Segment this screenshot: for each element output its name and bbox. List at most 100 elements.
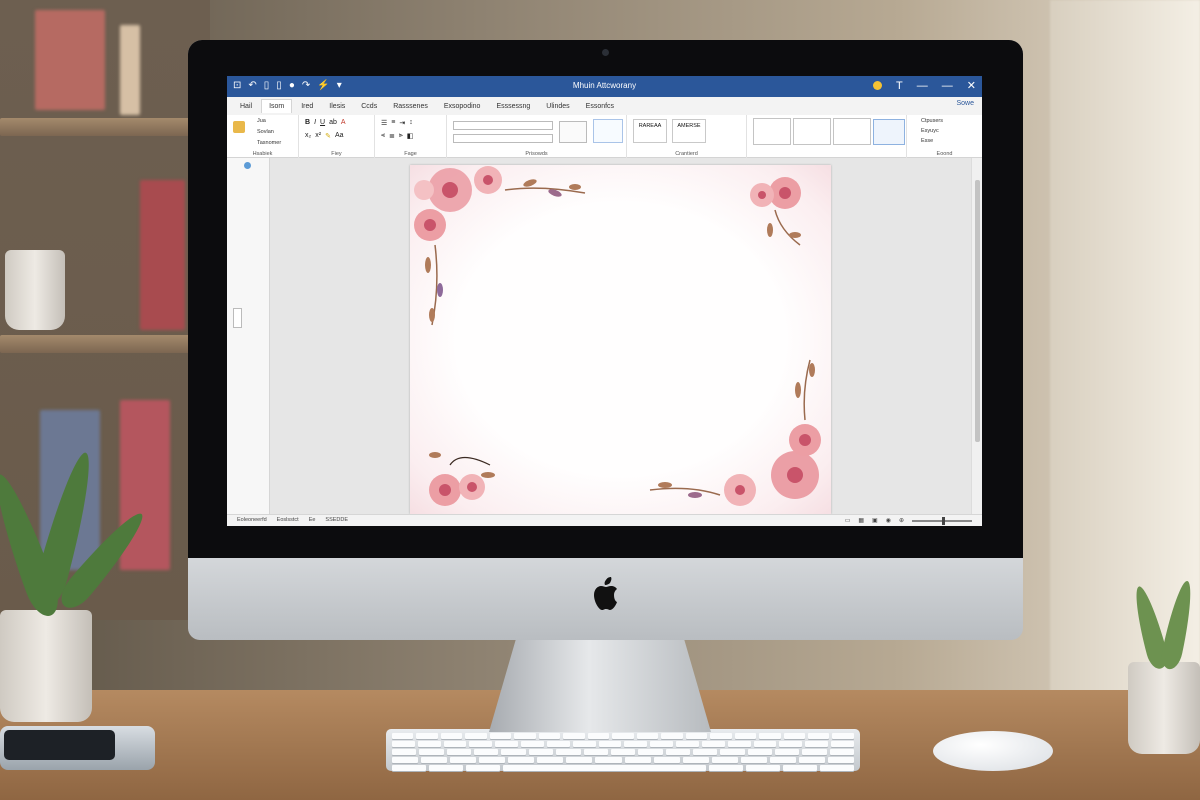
share-button[interactable]: Sowe: [956, 100, 974, 107]
imac-chin: [188, 558, 1023, 640]
imac-bezel: ⊡ ↶ ▯ ▯ ● ↷ ⚡ ▾ Mhuin Attcworany T — — ✕…: [188, 40, 1023, 558]
keyboard: [386, 729, 860, 771]
mouse: [933, 731, 1053, 771]
design-thumbnail[interactable]: [833, 118, 871, 145]
flower-cluster-bottom-right: [649, 359, 821, 506]
group-label: Crantierd: [675, 151, 698, 157]
document-canvas: [270, 158, 971, 514]
tab-references[interactable]: Exsopodino: [437, 100, 488, 113]
font-toolbar-row: B I Uab A: [305, 119, 346, 126]
style-gallery-item[interactable]: AMERSE: [672, 119, 706, 143]
flower-cluster-top-right: [750, 177, 801, 246]
ribbon: Jua Sovlan Tasnomer Hsabiek B I Uab A x₂ x² ✎…: [227, 115, 982, 158]
floral-border: [414, 166, 821, 506]
paragraph-toolbar-row: ☰ ≡ ⇥ ↕: [381, 119, 413, 127]
align-left-icon[interactable]: ⫷: [381, 132, 385, 140]
design-thumbnails-group: [747, 115, 907, 158]
superscript-icon[interactable]: x²: [315, 132, 321, 140]
document-page[interactable]: [410, 165, 831, 514]
underline-icon[interactable]: U: [320, 119, 325, 126]
status-bar: Eoleoneerfd Eoslsstct Ee SSEDDE ▭ ▦ ▣ ◉ …: [227, 514, 982, 526]
tab-view[interactable]: Essonfcs: [579, 100, 621, 113]
layout-icon[interactable]: ▭: [845, 517, 851, 524]
styles-group: Prisowds: [447, 115, 627, 158]
book: [140, 180, 185, 330]
print-icon[interactable]: ▣: [872, 517, 878, 524]
tab-review[interactable]: Ulindes: [539, 100, 576, 113]
document-title: Mhuin Attcworany: [572, 81, 637, 90]
replace-button[interactable]: Esyuyc: [921, 128, 939, 134]
webcam: [602, 49, 609, 56]
language-indicator[interactable]: SSEDDE: [325, 517, 348, 523]
book: [35, 10, 105, 110]
word-window: ⊡ ↶ ▯ ▯ ● ↷ ⚡ ▾ Mhuin Attcworany T — — ✕…: [227, 76, 982, 526]
font-size-box[interactable]: [453, 134, 553, 143]
help-icon[interactable]: [873, 81, 883, 90]
proofing-icon[interactable]: Ee: [309, 517, 316, 523]
paste-icon[interactable]: [233, 121, 245, 133]
vertical-ruler-marker[interactable]: [233, 308, 242, 328]
word-count[interactable]: Eoslsstct: [277, 517, 299, 523]
minimize-icon[interactable]: —: [942, 80, 953, 92]
font-color-icon[interactable]: A: [341, 119, 346, 126]
imac-stand: [489, 640, 711, 732]
page-layout-thumbnail[interactable]: [873, 119, 905, 145]
web-icon[interactable]: ◉: [886, 517, 891, 524]
tab-draw[interactable]: Ilesis: [322, 100, 352, 113]
font-name-box[interactable]: [453, 121, 553, 130]
style-wave-preview[interactable]: [593, 119, 623, 143]
phone-screen: [4, 730, 115, 760]
select-button[interactable]: Esse: [921, 138, 933, 144]
format-painter-button[interactable]: Tasnomer: [257, 140, 281, 146]
ribbon-display-icon[interactable]: —: [917, 80, 928, 92]
window-controls: T — — ✕: [873, 79, 976, 92]
title-bar: ⊡ ↶ ▯ ▯ ● ↷ ⚡ ▾ Mhuin Attcworany T — — ✕: [227, 76, 982, 97]
smartphone: [0, 726, 155, 770]
book: [120, 25, 140, 115]
zoom-slider[interactable]: [912, 516, 972, 525]
tab-mailings[interactable]: Esssessng: [489, 100, 537, 113]
case-icon[interactable]: Aa: [335, 132, 344, 140]
font-group: B I Uab A x₂ x² ✎ Aa Fiey: [299, 115, 375, 158]
zoom-icon[interactable]: ⊕: [899, 517, 904, 524]
tab-insert[interactable]: Ired: [294, 100, 320, 113]
highlight-icon[interactable]: ✎: [325, 132, 331, 140]
group-label: Eoond: [936, 151, 953, 157]
plant-pot-right: [1128, 662, 1200, 754]
design-thumbnail[interactable]: [753, 118, 791, 145]
subscript-icon[interactable]: x₂: [305, 132, 311, 140]
page-count[interactable]: Eoleoneerfd: [237, 517, 267, 523]
shading-icon[interactable]: ◧: [407, 132, 414, 140]
style-gallery-item[interactable]: RAREAA: [633, 119, 667, 143]
close-icon[interactable]: ✕: [967, 79, 976, 92]
ribbon-tabs: Hail Isom Ired Ilesis Ccds Rasssenes Exs…: [227, 97, 982, 115]
bold-icon[interactable]: B: [305, 119, 310, 126]
indent-icon[interactable]: ⇥: [399, 119, 405, 127]
sort-icon[interactable]: ↕: [409, 119, 413, 127]
tab-file[interactable]: Hail: [233, 100, 259, 113]
numbering-icon[interactable]: ≡: [391, 119, 395, 127]
pin-icon[interactable]: [244, 162, 251, 169]
imac: ⊡ ↶ ▯ ▯ ● ↷ ⚡ ▾ Mhuin Attcworany T — — ✕…: [188, 40, 1023, 640]
copy-button[interactable]: Sovlan: [257, 129, 274, 135]
align-center-icon[interactable]: ≣: [389, 132, 395, 140]
design-thumbnail[interactable]: [793, 118, 831, 145]
italic-icon[interactable]: I: [314, 119, 316, 126]
scrollbar-thumb[interactable]: [975, 180, 980, 442]
plant-pot-left: [0, 610, 92, 722]
tab-layout[interactable]: Rasssenes: [386, 100, 435, 113]
group-label: Hsabiek: [252, 151, 273, 157]
cut-button[interactable]: Jua: [257, 118, 266, 124]
vertical-scrollbar[interactable]: [971, 158, 982, 514]
text-icon[interactable]: T: [896, 80, 903, 92]
tab-design[interactable]: Ccds: [354, 100, 384, 113]
bullets-icon[interactable]: ☰: [381, 119, 387, 127]
style-preview[interactable]: [559, 121, 587, 143]
find-button[interactable]: Ctpusers: [921, 118, 943, 124]
read-icon[interactable]: ▦: [858, 517, 864, 524]
group-label: Prisowds: [525, 151, 548, 157]
align-right-icon[interactable]: ⫸: [399, 132, 403, 140]
strikethrough-icon[interactable]: ab: [329, 119, 337, 126]
tab-home[interactable]: Isom: [261, 99, 293, 113]
group-label: Fiey: [331, 151, 342, 157]
